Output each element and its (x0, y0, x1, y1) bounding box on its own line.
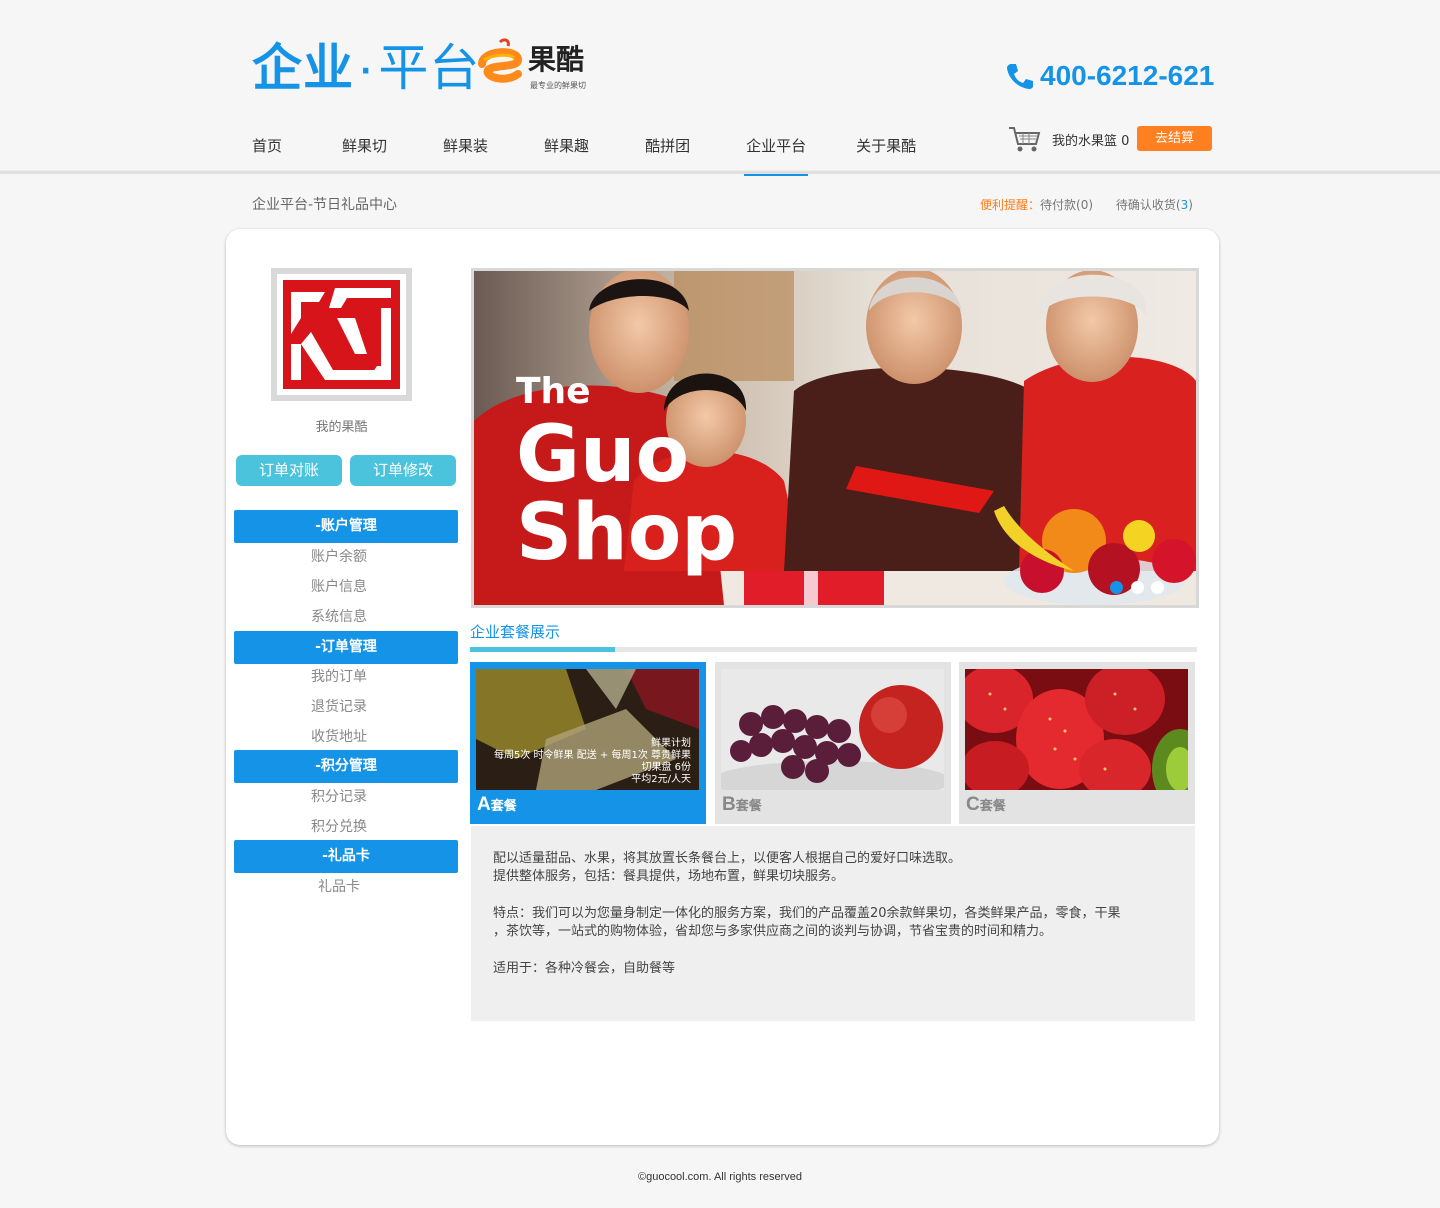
menu-item-my-orders[interactable]: 我的订单 (234, 662, 444, 692)
pending-payment-link[interactable]: 待付款(0) (1040, 198, 1093, 212)
orange-peel-logo-icon (478, 38, 523, 83)
pending-receipt-link[interactable]: 待确认收货(3) (1116, 198, 1193, 212)
package-letter: C (966, 794, 980, 815)
banner-text-the: The (516, 371, 591, 412)
nav-item-fresh-cut[interactable]: 鲜果切 (342, 128, 387, 174)
hotline: 400-6212-621 (1004, 58, 1214, 94)
nav-divider (0, 170, 1440, 174)
banner-text-guo: Guo (516, 410, 689, 500)
package-c-image (965, 669, 1188, 790)
description-line: 特点：我们可以为您量身制定一体化的服务方案，我们的产品覆盖20余款鲜果切，各类鲜… (493, 906, 1121, 921)
logo-text-right: 平台 (378, 39, 481, 97)
overlay-line: 每周5次 时令鲜果 配送 + 每周1次 尊贵鲜果 (494, 750, 691, 761)
menu-item-points-redeem[interactable]: 积分兑换 (234, 812, 444, 842)
menu-item-address[interactable]: 收货地址 (234, 722, 444, 752)
promo-banner[interactable]: The Guo Shop (471, 268, 1199, 608)
logo-text-left: 企业 (252, 39, 354, 97)
brand-slogan: 最专业的鲜果切 (530, 81, 586, 90)
package-b-label: B套餐 (722, 794, 762, 816)
package-letter: A (477, 794, 491, 815)
package-suffix: 套餐 (979, 798, 1006, 813)
nav-item-about[interactable]: 关于果酷 (856, 128, 916, 174)
package-card-c[interactable]: C套餐 (959, 662, 1195, 824)
package-a-overlay: 鲜果计划 每周5次 时令鲜果 配送 + 每周1次 尊贵鲜果 切果盘 6份 平均2… (494, 738, 691, 786)
description-line: 配以适量甜品、水果，将其放置长条餐台上，以便客人根据自己的爱好口味选取。 (493, 851, 962, 866)
package-description: 配以适量甜品、水果，将其放置长条餐台上，以便客人根据自己的爱好口味选取。 提供整… (471, 826, 1195, 1021)
cart-label: 我的水果篮 0 (1052, 133, 1130, 149)
hotline-number: 400-6212-621 (1040, 60, 1215, 91)
menu-item-account-info[interactable]: 账户信息 (234, 572, 444, 602)
menu-item-balance[interactable]: 账户余额 (234, 542, 444, 572)
banner-text-shop: Shop (516, 488, 737, 578)
menu-item-gift-card[interactable]: 礼品卡 (234, 872, 444, 902)
nav-item-home[interactable]: 首页 (252, 128, 282, 174)
order-modify-button[interactable]: 订单修改 (350, 455, 456, 486)
package-a-image: 鲜果计划 每周5次 时令鲜果 配送 + 每周1次 尊贵鲜果 切果盘 6份 平均2… (476, 669, 699, 790)
cart[interactable]: 我的水果篮 0 (1008, 124, 1129, 154)
logo-separator: · (360, 53, 373, 89)
strawberry-photo (965, 669, 1188, 790)
brand-logo[interactable]: 果酷 最专业的鲜果切 (474, 34, 604, 96)
menu-item-system-info[interactable]: 系统信息 (234, 602, 444, 632)
menu-head-points[interactable]: -积分管理 (234, 750, 458, 783)
phone-icon (1007, 64, 1033, 89)
description-line: ，茶饮等，一站式的购物体验，省却您与多家供应商之间的谈判与协调，节省宝贵的时间和… (493, 924, 1053, 939)
nav-item-group-buy[interactable]: 酷拼团 (645, 128, 690, 174)
menu-head-gift-card[interactable]: -礼品卡 (234, 840, 458, 873)
package-card-b[interactable]: B套餐 (715, 662, 951, 824)
menu-head-orders[interactable]: -订单管理 (234, 631, 458, 664)
shopping-cart-icon (1009, 127, 1041, 152)
company-logo (277, 274, 406, 395)
description-line: 提供整体服务，包括：餐具提供，场地布置，鲜果切块服务。 (493, 869, 845, 884)
package-c-label: C套餐 (966, 794, 1006, 816)
banner-dot-1[interactable] (1110, 581, 1123, 594)
profile-label[interactable]: 我的果酷 (271, 416, 412, 435)
avatar[interactable] (271, 268, 412, 401)
overlay-line: 平均2元/人天 (631, 774, 691, 785)
menu-item-points-log[interactable]: 积分记录 (234, 782, 444, 812)
reminder-bar: 便利提醒：待付款(0) 待确认收货(3) (980, 196, 1193, 213)
family-photo: The Guo Shop (474, 271, 1196, 605)
description-line: 适用于：各种冷餐会，自助餐等 (493, 961, 676, 976)
order-reconcile-button[interactable]: 订单对账 (236, 455, 342, 486)
reminder-label: 便利提醒： (980, 198, 1041, 212)
footer-copyright: ©guocool.com. All rights reserved (637, 1171, 802, 1183)
package-b-image (721, 669, 944, 790)
brand-name: 果酷 (528, 43, 585, 76)
overlay-line: 鲜果计划 (651, 738, 691, 749)
section-divider-active (470, 647, 615, 652)
company-logo-icon (283, 280, 400, 389)
menu-item-returns[interactable]: 退货记录 (234, 692, 444, 722)
nav-item-fresh-fun[interactable]: 鲜果趣 (544, 128, 589, 174)
main-nav: 首页 鲜果切 鲜果装 鲜果趣 酷拼团 企业平台 关于果酷 (252, 128, 916, 176)
grapes-apple-photo (721, 669, 944, 790)
breadcrumb: 企业平台-节日礼品中心 (252, 197, 398, 213)
nav-item-enterprise[interactable]: 企业平台 (744, 128, 809, 176)
banner-dot-2[interactable] (1131, 581, 1144, 594)
package-letter: B (722, 794, 736, 815)
package-card-a[interactable]: 鲜果计划 每周5次 时令鲜果 配送 + 每周1次 尊贵鲜果 切果盘 6份 平均2… (470, 662, 706, 824)
package-suffix: 套餐 (490, 798, 517, 813)
checkout-button[interactable]: 去结算 (1137, 126, 1212, 151)
menu-head-account[interactable]: -账户管理 (234, 510, 458, 543)
package-section-title: 企业套餐展示 (470, 623, 561, 641)
package-suffix: 套餐 (735, 798, 762, 813)
package-a-label: A套餐 (477, 794, 517, 816)
overlay-line: 切果盘 6份 (641, 762, 691, 773)
pending-receipt-label: 待确认收货( (1115, 198, 1181, 212)
nav-item-fresh-pack[interactable]: 鲜果装 (443, 128, 488, 174)
banner-dot-3[interactable] (1151, 581, 1164, 594)
platform-logo[interactable]: 企业 · 平台 (252, 40, 480, 100)
pending-receipt-close: ) (1188, 198, 1193, 212)
